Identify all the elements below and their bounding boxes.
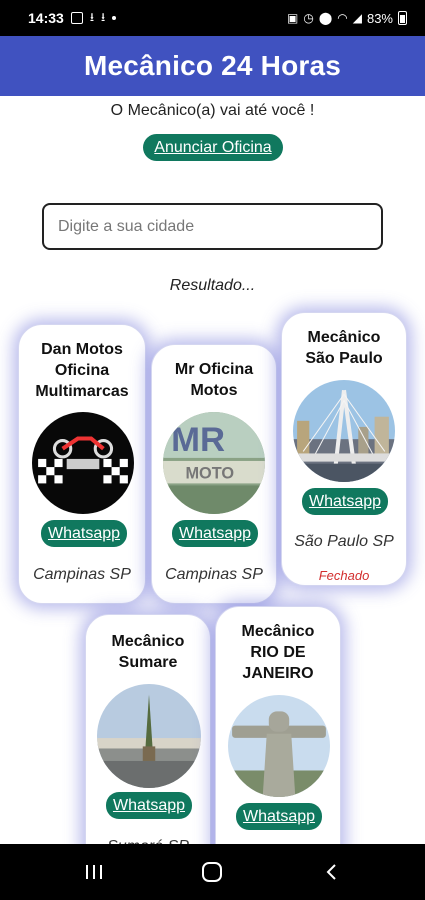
workshop-photo: [32, 412, 134, 514]
workshop-photo: [228, 695, 330, 797]
card-title: Dan Motos Oficina Multimarcas: [35, 341, 129, 400]
svg-text:MR: MR: [171, 421, 225, 459]
app-screen: 14:33 ⭳ ⭳ ▣ ◷ ⬤ ◠ ◢ 83% Mecânico 24 Hora…: [0, 0, 425, 900]
notification-icon: [70, 12, 83, 24]
battery-percent: 83%: [366, 10, 393, 26]
city-search-box: [42, 203, 383, 250]
whatsapp-button[interactable]: Whatsapp: [106, 792, 192, 819]
status-bar: 14:33 ⭳ ⭳ ▣ ◷ ⬤ ◠ ◢ 83%: [0, 0, 425, 36]
home-icon[interactable]: [182, 844, 242, 900]
dot-icon: [112, 16, 117, 20]
status-time: 14:33: [28, 10, 64, 26]
alarm-icon: ◷: [303, 11, 314, 25]
results-label: Resultado...: [169, 277, 256, 294]
system-nav-bar: [0, 844, 425, 900]
lock-icon: ▣: [286, 11, 299, 25]
battery-icon: [398, 11, 407, 25]
download-icon: ⭳: [89, 9, 95, 24]
card-city: Campinas SP: [165, 566, 263, 583]
workshop-card[interactable]: Mecânico São Paulo Whatsapp São Paulo SP…: [281, 312, 407, 586]
app-header: Mecânico 24 Horas: [0, 36, 425, 96]
advertise-workshop-button[interactable]: Anunciar Oficina: [143, 134, 283, 161]
workshop-card[interactable]: Mecânico RIO DE JANEIRO Whatsapp: [215, 606, 341, 874]
city-search-input[interactable]: [44, 205, 381, 248]
location-icon: ⬤: [318, 11, 333, 25]
whatsapp-button[interactable]: Whatsapp: [236, 803, 322, 830]
signal-icon: ◢: [352, 11, 362, 25]
whatsapp-button[interactable]: Whatsapp: [172, 520, 258, 547]
card-title: Mecânico Sumare: [111, 633, 185, 671]
workshop-photo: [293, 380, 395, 482]
status-badge: Fechado: [318, 568, 370, 583]
download-icon: ⭳: [101, 9, 106, 24]
workshop-photo: [97, 684, 201, 788]
whatsapp-button[interactable]: Whatsapp: [41, 520, 127, 547]
workshop-card[interactable]: Mecânico Sumare Whatsapp Sumaré SP: [85, 614, 211, 874]
svg-text:MOTO: MOTO: [185, 464, 234, 482]
card-title: Mecânico RIO DE JANEIRO: [241, 623, 315, 682]
whatsapp-button[interactable]: Whatsapp: [302, 488, 388, 515]
tagline: O Mecânico(a) vai até você !: [110, 102, 315, 119]
wifi-icon: ◠: [337, 11, 348, 25]
page-title: Mecânico 24 Horas: [83, 50, 342, 81]
workshop-photo: MR MOTO: [163, 412, 265, 514]
workshop-card[interactable]: Mr Oficina Motos MR MOTO Whatsapp Campin…: [151, 344, 277, 604]
card-city: São Paulo SP: [294, 533, 394, 550]
card-city: Campinas SP: [33, 566, 131, 583]
card-title: Mr Oficina Motos: [174, 361, 254, 399]
card-title: Mecânico São Paulo: [305, 329, 383, 367]
back-icon[interactable]: [302, 844, 362, 900]
workshop-card[interactable]: Dan Motos Oficina Multimarcas Whatsapp C…: [18, 324, 146, 604]
recent-apps-icon[interactable]: [64, 844, 124, 900]
